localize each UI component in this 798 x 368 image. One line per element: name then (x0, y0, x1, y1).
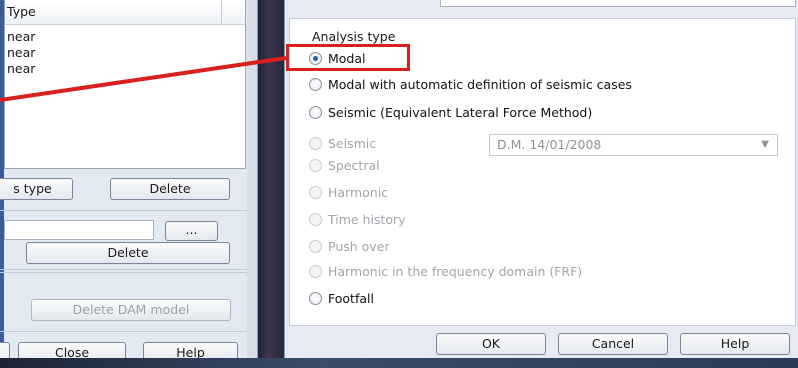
option-label: Harmonic in the frequency domain (FRF) (328, 263, 583, 279)
list-item[interactable]: near (5, 29, 245, 45)
option-seismic-elf[interactable]: Seismic (Equivalent Lateral Force Method… (309, 103, 592, 121)
analysis-type-button[interactable]: s type (0, 178, 73, 200)
radio-icon[interactable] (309, 77, 322, 91)
option-label: Time history (328, 211, 406, 227)
option-label: Footfall (328, 290, 374, 306)
option-label: Harmonic (328, 184, 389, 200)
file-path-input[interactable] (4, 220, 154, 240)
radio-disabled-icon (309, 212, 322, 226)
cancel-button[interactable]: Cancel (558, 333, 668, 355)
browse-button[interactable]: ... (165, 221, 218, 241)
option-spectral: Spectral (309, 156, 380, 174)
radio-icon[interactable] (309, 291, 322, 305)
desktop-background (258, 0, 284, 368)
option-harmonic-frf: Harmonic in the frequency domain (FRF) (309, 262, 582, 280)
option-seismic: Seismic (309, 134, 376, 152)
option-label: Push over (328, 238, 390, 254)
option-label: Seismic (Equivalent Lateral Force Method… (328, 104, 593, 120)
radio-disabled-icon (309, 158, 322, 172)
list-header[interactable]: Type (5, 0, 245, 25)
option-harmonic: Harmonic (309, 183, 388, 201)
name-field[interactable] (440, 0, 796, 7)
analysis-list[interactable]: Type near near near (4, 0, 246, 169)
option-label: Modal with automatic definition of seism… (328, 76, 632, 92)
option-time-history: Time history (309, 210, 406, 228)
radio-disabled-icon (309, 185, 322, 199)
option-label: Spectral (328, 157, 380, 173)
list-item[interactable]: near (5, 61, 245, 77)
option-modal-auto[interactable]: Modal with automatic definition of seism… (309, 75, 632, 93)
left-dialog: Type near near near s type Delete ... De… (0, 0, 258, 368)
column-separator (221, 0, 222, 24)
taskbar (0, 358, 798, 368)
option-label: Seismic (328, 135, 377, 151)
help-button[interactable]: Help (680, 333, 790, 355)
list-item[interactable]: near (5, 45, 245, 61)
column-header-type[interactable]: Type (7, 4, 36, 19)
radio-disabled-icon (309, 239, 322, 253)
highlight-box (286, 44, 410, 71)
delete-model-button[interactable]: Delete (26, 242, 230, 264)
ok-button[interactable]: OK (436, 333, 546, 355)
seismic-code-select[interactable]: D.M. 14/01/2008 ▼ (489, 134, 778, 156)
radio-icon[interactable] (309, 105, 322, 119)
radio-disabled-icon (309, 264, 322, 278)
select-value: D.M. 14/01/2008 (497, 137, 602, 152)
delete-dam-model-button[interactable]: Delete DAM model (31, 299, 231, 321)
chevron-down-icon: ▼ (761, 139, 769, 150)
delete-analysis-button[interactable]: Delete (110, 178, 230, 200)
analysis-type-title: Analysis type (312, 29, 396, 44)
radio-disabled-icon (309, 136, 322, 150)
option-footfall[interactable]: Footfall (309, 289, 374, 307)
option-push-over: Push over (309, 237, 390, 255)
window-border (247, 0, 257, 368)
